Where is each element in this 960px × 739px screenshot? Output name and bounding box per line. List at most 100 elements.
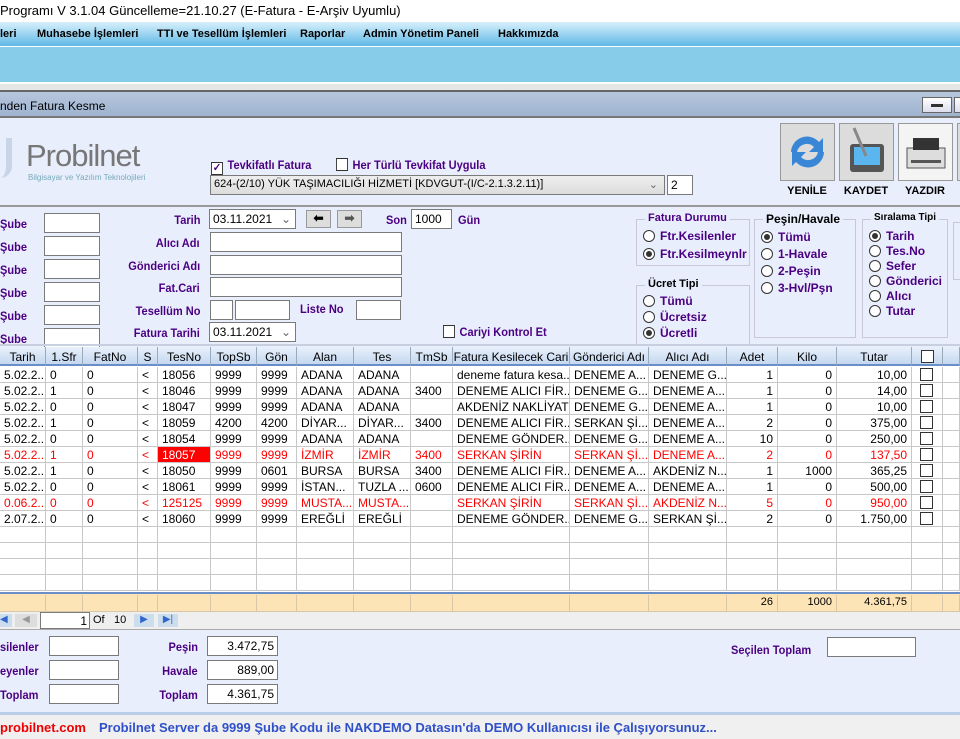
column-header[interactable]: S xyxy=(138,347,158,366)
radio-siralama-3[interactable]: Gönderici xyxy=(869,274,942,288)
table-row[interactable] xyxy=(0,575,960,591)
table-row[interactable]: 5.02.2... 0 0 <18047 9999 9999 ADANA ADANA AKDEN… xyxy=(0,399,960,415)
cari-kontrol-checkbox[interactable]: Cariyi Kontrol Et xyxy=(443,325,547,339)
column-header[interactable]: Kilo xyxy=(778,347,837,366)
row-checkbox[interactable] xyxy=(920,400,933,413)
her-turlu-tevkifat-checkbox[interactable]: Her Türlü Tevkifat Uygula xyxy=(336,158,485,172)
last-page-button[interactable]: ▶| xyxy=(158,614,178,627)
table-row[interactable]: 5.02.2... 0 0 <18056 9999 9999 ADANA ADANA denem… xyxy=(0,367,960,383)
son-gun-input[interactable]: 1000 xyxy=(411,209,452,229)
sube-input[interactable] xyxy=(44,282,100,302)
next-date-button[interactable]: ➡ xyxy=(337,210,362,228)
radio-siralama-1[interactable]: Tes.No xyxy=(869,244,925,258)
column-header[interactable]: TesNo xyxy=(158,347,211,366)
menu-item-hakkimizda[interactable]: Hakkımızda xyxy=(498,28,559,40)
next-page-button[interactable]: ▶ xyxy=(134,614,154,627)
radio-pesin_havale-1[interactable]: 1-Havale xyxy=(761,247,827,261)
table-row[interactable]: 0.06.2... 0 0 <125125 9999 9999 MUSTA... MUSTA.… xyxy=(0,495,960,511)
column-header[interactable]: Alan xyxy=(297,347,354,366)
column-header[interactable]: TopSb xyxy=(211,347,257,366)
radio-pesin_havale-2[interactable]: 2-Peşin xyxy=(761,264,821,278)
print-button[interactable] xyxy=(898,123,953,181)
row-checkbox[interactable] xyxy=(920,464,933,477)
tesellum-no-input[interactable] xyxy=(235,300,290,320)
radio-siralama-4[interactable]: Alıcı xyxy=(869,289,911,303)
radio-ucret_tipi-2[interactable]: Ücretli xyxy=(643,326,697,340)
row-checkbox[interactable] xyxy=(920,384,933,397)
column-header[interactable]: TmSb xyxy=(411,347,453,366)
table-row[interactable]: 5.02.2... 1 0 <18059 4200 4200 DİYAR... DİYAR..… xyxy=(0,415,960,431)
fatcari-input[interactable] xyxy=(210,277,402,297)
column-header[interactable]: Gönderici Adı xyxy=(570,347,649,366)
column-header[interactable] xyxy=(912,347,943,366)
sube-input[interactable] xyxy=(44,305,100,325)
cell-value: DENEME A... xyxy=(653,384,726,398)
menu-item-admin[interactable]: Admin Yönetim Paneli xyxy=(363,28,479,40)
table-row[interactable]: 2.07.2... 0 0 <18060 9999 9999 EREĞLİ EREĞLİ DEN… xyxy=(0,511,960,527)
row-checkbox[interactable] xyxy=(920,480,933,493)
menu-item-raporlar[interactable]: Raporlar xyxy=(300,28,345,40)
liste-no-input[interactable] xyxy=(356,300,401,320)
column-header[interactable]: 1.Sfr xyxy=(46,347,83,366)
menu-item-islemleri[interactable]: leri xyxy=(0,28,17,40)
radio-ucret_tipi-1[interactable]: Ücretsiz xyxy=(643,310,707,324)
sube-input[interactable] xyxy=(44,213,100,233)
table-row[interactable]: 5.02.2... 0 0 <18054 9999 9999 ADANA ADANA DENEM… xyxy=(0,431,960,447)
table-row[interactable]: 5.02.2... 1 0 <18050 9999 0601 BURSA BURSA 3400 D… xyxy=(0,463,960,479)
radio-fatura_durumu-1[interactable]: Ftr.Kesilmeynlr xyxy=(643,247,747,261)
table-row[interactable] xyxy=(0,543,960,559)
row-checkbox[interactable] xyxy=(920,368,933,381)
radio-siralama-0[interactable]: Tarih xyxy=(869,229,914,243)
radio-fatura_durumu-0[interactable]: Ftr.Kesilenler xyxy=(643,229,736,243)
row-checkbox[interactable] xyxy=(920,448,933,461)
tevkifatli-fatura-checkbox[interactable]: ✓ Tevkifatlı Fatura xyxy=(211,158,311,175)
column-header[interactable]: Tarih xyxy=(0,347,46,366)
gonderici-input[interactable] xyxy=(210,255,402,275)
table-row[interactable] xyxy=(0,527,960,543)
sube-input[interactable] xyxy=(44,236,100,256)
select-all-checkbox[interactable] xyxy=(920,350,934,363)
tesellum-prefix-input[interactable] xyxy=(210,300,233,320)
first-page-button[interactable]: ◀ xyxy=(0,614,12,627)
column-header[interactable]: Alıcı Adı xyxy=(649,347,727,366)
table-row[interactable]: 5.02.2... 0 0 <18061 9999 9999 İSTAN... TUZLA .… xyxy=(0,479,960,495)
menu-item-muhasebe[interactable]: Muhasebe İşlemleri xyxy=(37,28,139,40)
page-input[interactable]: 1 xyxy=(40,612,90,629)
minimize-button[interactable] xyxy=(922,97,952,113)
radio-siralama-5[interactable]: Tutar xyxy=(869,304,915,318)
status-site[interactable]: probilnet.com xyxy=(0,720,86,735)
row-checkbox[interactable] xyxy=(920,432,933,445)
column-header[interactable]: Tutar xyxy=(837,347,912,366)
row-checkbox[interactable] xyxy=(920,416,933,429)
tevkifat-count-input[interactable]: 2 xyxy=(667,175,693,195)
prev-date-button[interactable]: ⬅ xyxy=(306,210,331,228)
column-header[interactable]: FatNo xyxy=(83,347,138,366)
column-header[interactable]: Gön xyxy=(257,347,297,366)
column-header[interactable]: Tes xyxy=(354,347,411,366)
table-row[interactable]: 5.02.2... 1 0 <18046 9999 9999 ADANA ADANA 3400 D… xyxy=(0,383,960,399)
maximize-button[interactable] xyxy=(954,97,960,113)
cell-value: < xyxy=(142,480,150,494)
sube-input[interactable] xyxy=(44,259,100,279)
column-header[interactable]: Adet xyxy=(727,347,778,366)
fatura-tarihi-picker[interactable]: 03.11.2021 ⌄ xyxy=(209,322,296,342)
row-checkbox[interactable] xyxy=(920,496,933,509)
menu-item-tti[interactable]: TTI ve Tesellüm İşlemleri xyxy=(157,28,286,40)
refresh-button[interactable] xyxy=(780,123,835,181)
alici-input[interactable] xyxy=(210,232,402,252)
column-header[interactable] xyxy=(943,347,960,366)
table-row[interactable] xyxy=(0,559,960,575)
radio-siralama-2[interactable]: Sefer xyxy=(869,259,916,273)
save-button[interactable] xyxy=(839,123,894,181)
table-row[interactable]: 5.02.2... 1 0 <18057 9999 9999 İZMİR İZMİR 3400 S… xyxy=(0,447,960,463)
row-checkbox[interactable] xyxy=(920,512,933,525)
tevkifat-select[interactable]: 624-(2/10) YÜK TAŞIMACILIĞI HİZMETİ [KDV… xyxy=(210,175,665,195)
radio-ucret_tipi-0[interactable]: Tümü xyxy=(643,294,693,308)
grid-cell: < xyxy=(138,495,158,511)
grid-cell xyxy=(211,575,257,591)
prev-page-button[interactable]: ◀ xyxy=(15,614,37,627)
radio-pesin_havale-0[interactable]: Tümü xyxy=(761,230,811,244)
radio-pesin_havale-3[interactable]: 3-Hvl/Pşn xyxy=(761,281,833,295)
tarih-date-picker[interactable]: 03.11.2021 ⌄ xyxy=(209,209,296,229)
column-header[interactable]: Fatura Kesilecek Cari xyxy=(453,347,570,366)
